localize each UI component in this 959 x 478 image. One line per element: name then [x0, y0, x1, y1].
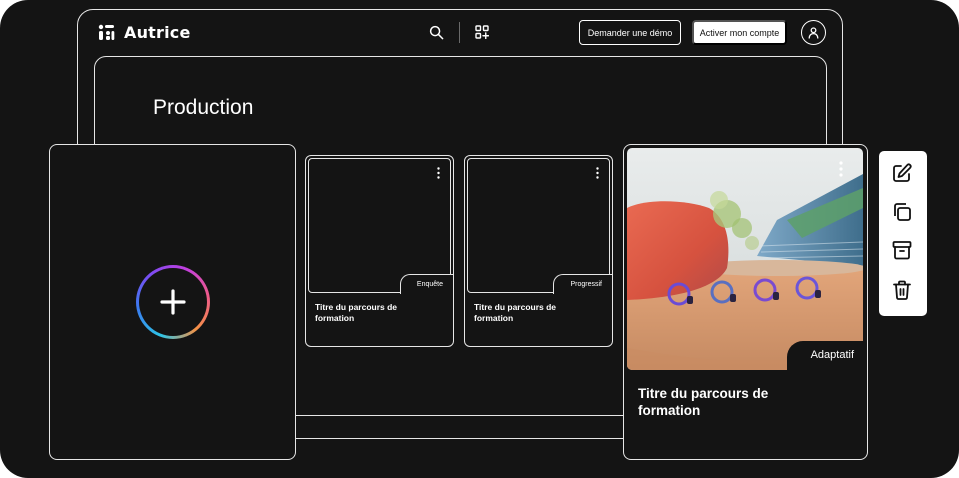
user-icon: [808, 27, 819, 39]
logo-mark-icon: [98, 24, 115, 40]
trash-icon[interactable]: [891, 279, 913, 301]
edit-icon[interactable]: [891, 162, 913, 184]
course-thumbnail: [308, 158, 451, 293]
course-title: Titre du parcours de formation: [315, 302, 398, 323]
activate-account-button[interactable]: Activer mon compte: [692, 20, 787, 45]
request-demo-button[interactable]: Demander une démo: [579, 20, 681, 45]
user-avatar[interactable]: [801, 20, 826, 45]
toolbar-divider: [459, 22, 460, 43]
apps-grid-icon[interactable]: [475, 25, 489, 39]
kebab-menu-icon[interactable]: [839, 161, 843, 177]
course-type-tag: Progressif: [553, 274, 612, 294]
plus-icon: [160, 289, 186, 315]
featured-course-card[interactable]: Adaptatif Titre du parcours de formation: [623, 144, 868, 460]
kebab-menu-icon[interactable]: [596, 167, 599, 179]
search-icon[interactable]: [429, 25, 444, 40]
course-cover-image: [627, 148, 863, 370]
create-course-button[interactable]: [136, 265, 210, 339]
brand-name: Autrice: [124, 23, 191, 42]
top-navigation-bar: Autrice Demander une démo Activer mon co…: [78, 10, 842, 56]
course-type-tag: Adaptatif: [786, 341, 867, 370]
kebab-menu-icon[interactable]: [437, 167, 440, 179]
app-stage: Autrice Demander une démo Activer mon co…: [0, 0, 959, 478]
brand-logo[interactable]: Autrice: [98, 23, 191, 42]
create-course-card[interactable]: [49, 144, 296, 460]
course-card[interactable]: Progressif Titre du parcours de formatio…: [464, 155, 613, 347]
course-title: Titre du parcours de formation: [638, 386, 769, 418]
archive-icon[interactable]: [891, 239, 913, 261]
course-type-tag: Enquête: [399, 274, 453, 294]
course-title: Titre du parcours de formation: [474, 302, 557, 323]
course-thumbnail: [467, 158, 610, 293]
course-actions-toolbar: [879, 151, 927, 316]
copy-icon[interactable]: [891, 201, 913, 223]
page-title: Production: [153, 96, 254, 119]
course-card[interactable]: Enquête Titre du parcours de formation: [305, 155, 454, 347]
